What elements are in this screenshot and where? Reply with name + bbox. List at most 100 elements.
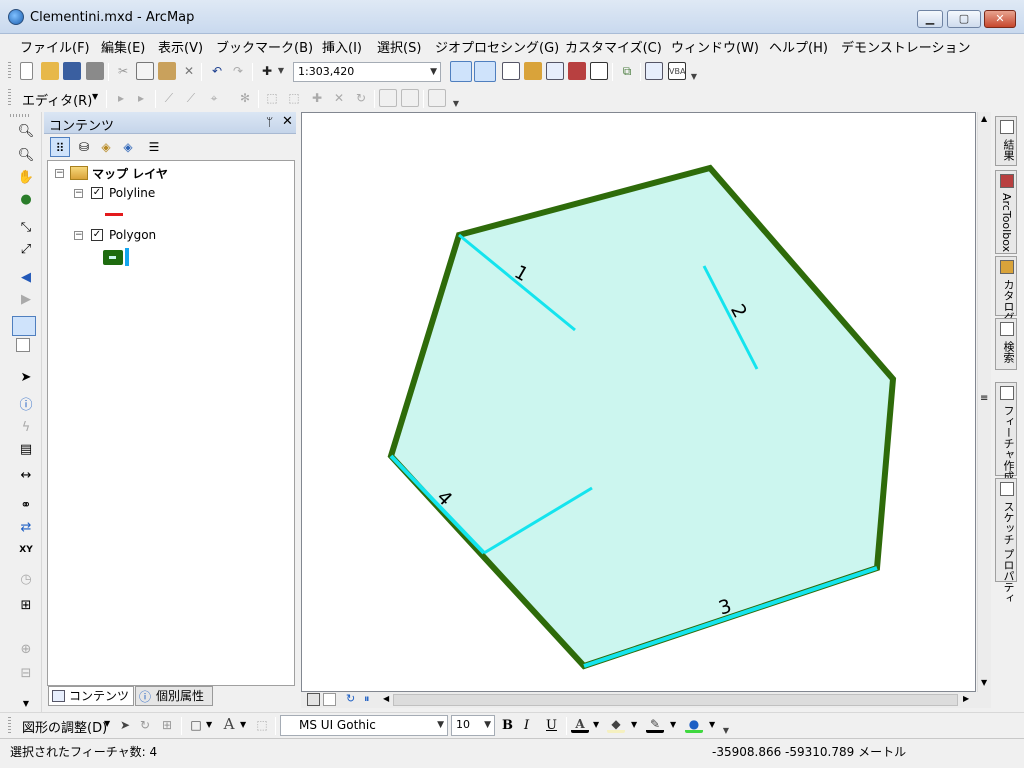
paste-icon[interactable] [158,62,176,80]
collapse-icon[interactable]: − [74,189,83,198]
toc-close-icon[interactable]: ✕ [282,114,293,129]
horizontal-scroll-thumb[interactable] [393,694,958,706]
drawing-menu[interactable]: 図形の調整(D) [22,717,107,736]
edit-vertices-icon[interactable]: ⬚ [253,716,271,734]
rectangle-icon[interactable]: □ [187,716,205,734]
new-document-icon[interactable] [20,62,33,80]
print-icon[interactable] [86,62,104,80]
chevron-down-icon[interactable]: ▼ [593,720,599,729]
measure-icon[interactable]: ↔ [16,466,36,486]
chevron-down-icon[interactable]: ▼ [240,720,246,729]
toolbar-options-icon[interactable]: ▼ [722,722,730,736]
tab-results[interactable]: 結果 [995,116,1017,166]
open-folder-icon[interactable] [41,62,59,80]
search-window-icon[interactable] [546,62,564,80]
font-size-combo[interactable]: 10 ▼ [451,715,495,736]
trace-icon[interactable]: ⌖ [205,89,223,107]
sketch-properties-icon[interactable] [401,89,419,107]
create-features-icon[interactable] [428,89,446,107]
scroll-thumb-grip-icon[interactable]: ≡ [980,393,988,404]
chevron-down-icon[interactable]: ▼ [631,720,637,729]
model-builder-icon[interactable]: ⧉ [618,62,636,80]
toolbar-grip[interactable] [8,62,11,80]
cut-polygons-icon[interactable]: ✚ [308,89,326,107]
html-popup-icon[interactable]: ▤ [16,440,36,460]
create-viewer-window-icon[interactable]: ⊞ [16,596,36,616]
list-by-selection-icon[interactable]: ◈ [118,137,138,157]
editor-toolbar-icon[interactable] [450,61,472,82]
pause-drawing-icon[interactable]: ⏸ [364,692,370,706]
tab-arctoolbox[interactable]: ArcToolbox [995,170,1017,254]
scroll-left-icon[interactable]: ◀ [383,694,389,703]
font-name-combo[interactable]: MS UI Gothic ▼ [280,715,448,736]
edit-vertices-icon[interactable]: ⬚ [263,89,281,107]
vba-icon[interactable]: VBA [668,62,686,80]
reshape-icon[interactable]: ⬚ [285,89,303,107]
bold-button[interactable]: B [502,718,513,733]
layer-polygon-checkbox[interactable]: ✓ [91,229,103,241]
rotate-element-icon[interactable]: ↻ [136,716,154,734]
python-window-icon[interactable] [590,62,608,80]
fixed-zoom-in-icon[interactable]: ⤡ [16,218,36,238]
fixed-zoom-out-icon[interactable]: ⤢ [16,240,36,260]
tab-catalog[interactable]: カタログ [995,256,1017,323]
zoom-out-icon[interactable]: 🔍︎ [16,146,36,166]
back-arrow-icon[interactable]: ◀ [16,268,36,288]
undo-icon[interactable]: ↶ [208,62,226,80]
italic-button[interactable]: I [524,718,529,733]
overview-icon[interactable]: ⊕ [16,640,36,660]
chevron-down-icon[interactable]: ▼ [709,720,715,729]
arctoolbox-toggle-icon[interactable] [474,61,496,82]
save-icon[interactable] [63,62,81,80]
copy-icon[interactable] [136,62,154,80]
tab-search[interactable]: 検索 [995,318,1017,370]
identify-icon[interactable]: ⓘ [16,396,36,416]
menu-windows[interactable]: ウィンドウ(W) [671,37,759,56]
toolbox-icon[interactable] [568,62,586,80]
font-color-icon[interactable]: A [571,715,589,733]
tab-contents[interactable]: コンテンツ [48,686,134,706]
magnifier-icon[interactable]: ⊟ [16,664,36,684]
chevron-down-icon[interactable]: ▼ [206,720,212,729]
menu-edit[interactable]: 編集(E) [101,37,145,56]
collapse-icon[interactable]: − [74,231,83,240]
time-slider-icon[interactable]: ◷ [16,570,36,590]
tab-sketch-properties[interactable]: スケッチ プロパティ [995,478,1017,604]
underline-button[interactable]: U [546,718,557,733]
close-button[interactable]: ✕ [984,10,1016,28]
map-vertical-scrollbar[interactable]: ▲ ≡ ▼ [977,112,991,692]
data-view-icon[interactable] [307,693,320,706]
toolbar-grip[interactable] [10,114,30,117]
list-by-source-icon[interactable]: ⛁ [74,137,94,157]
fill-color-icon[interactable]: ◆ [607,715,625,733]
select-elements-icon[interactable]: ➤ [116,716,134,734]
maximize-button[interactable]: ▢ [947,10,981,28]
split-icon[interactable]: ✕ [330,89,348,107]
go-to-xy-icon[interactable]: XY [16,540,36,560]
new-text-icon[interactable]: A [220,715,238,733]
clear-selection-icon[interactable] [16,338,30,352]
collapse-icon[interactable]: − [55,169,64,178]
table-icon[interactable] [502,62,520,80]
menu-bookmarks[interactable]: ブックマーク(B) [216,37,313,56]
chevron-down-icon[interactable]: ▼ [92,92,98,101]
rotate-icon[interactable]: ↻ [352,89,370,107]
endpoint-arc-icon[interactable]: ⟋ [182,89,200,107]
list-by-visibility-icon[interactable]: ◈ [96,137,116,157]
redo-icon[interactable]: ↷ [229,62,247,80]
map-scale-combo[interactable]: 1:303,420 ▼ [293,62,441,82]
delete-icon[interactable]: ✕ [180,62,198,80]
menu-insert[interactable]: 挿入(I) [322,37,362,56]
polygon-symbol-swatch[interactable] [103,250,123,265]
list-by-drawing-order-icon[interactable]: ⠿ [50,137,70,157]
full-extent-globe-icon[interactable]: ● [16,190,36,210]
layer-polygon-name[interactable]: Polygon [109,228,156,242]
select-elements-icon[interactable]: ➤ [16,368,36,388]
tab-identify[interactable]: ⓘ 個別属性 [135,686,213,706]
edit-tool-icon[interactable]: ▸ [112,89,130,107]
toc-options-icon[interactable]: ☰ [144,137,164,157]
toolbar-options-icon[interactable]: ▼ [690,68,698,82]
zoom-to-elements-icon[interactable]: ⊞ [158,716,176,734]
map-view[interactable]: 1 2 3 4 [301,112,976,692]
scroll-up-icon[interactable]: ▲ [981,114,987,123]
